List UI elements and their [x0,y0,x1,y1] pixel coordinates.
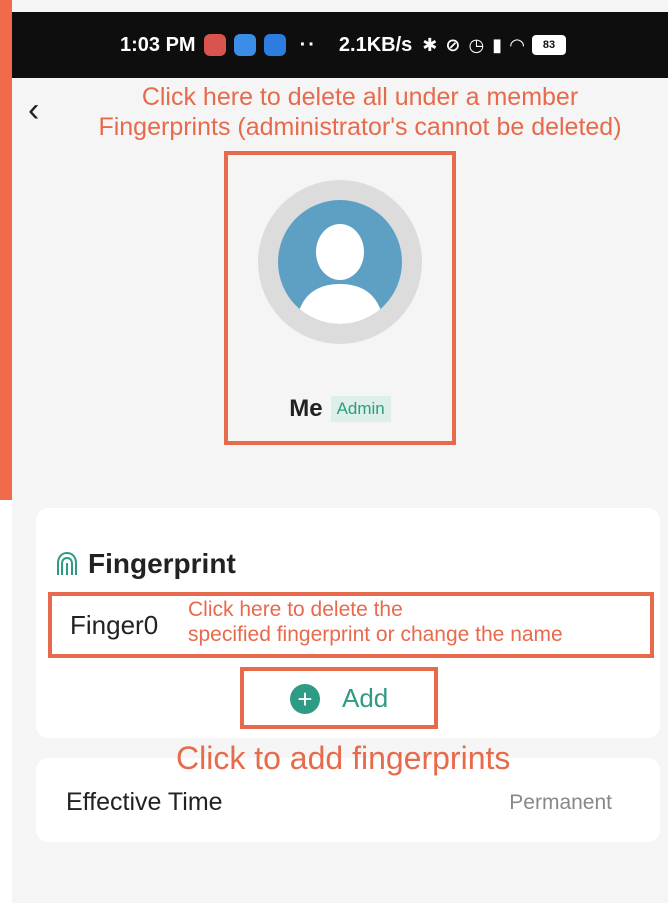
app-notification-icon [263,34,286,56]
highlight-box-add [240,667,438,729]
frame-decoration-side [0,0,12,500]
network-speed: 2.1KB/s [338,33,413,56]
fingerprint-icon [57,552,77,575]
annotation-text: Fingerprints (administrator's cannot be … [98,113,622,141]
annotation-text: Click here to delete all under a member [141,83,579,111]
signal-icon: ▮ [492,34,503,55]
effective-time-value: Permanent [509,791,612,814]
bluetooth-icon: ✱ [422,34,438,55]
app-screen: 1:03 PM ·· 2.1KB/s ✱ ⊘ ◷ ▮ ◠ 83 ‹ Click … [12,0,668,903]
highlight-box-profile [224,151,456,445]
annotation-add-fingerprint: Click to add fingerprints [176,740,511,776]
battery-icon: 83 [531,35,566,55]
alarm-icon: ◷ [468,34,485,55]
annotation-delete-member: Click here to delete all under a member … [52,82,668,142]
wifi-icon: ◠ [510,34,524,55]
effective-time-label: Effective Time [66,788,223,816]
status-bar: 1:03 PM ·· 2.1KB/s ✱ ⊘ ◷ ▮ ◠ 83 [12,12,668,78]
fingerprint-section-header: Fingerprint [56,548,236,580]
status-time: 1:03 PM [120,33,196,56]
more-notifications-icon: ·· [299,33,317,56]
highlight-box-fingerprint [48,592,654,658]
app-notification-icon [233,34,256,56]
mute-icon: ⊘ [445,34,461,55]
section-title: Fingerprint [88,548,236,579]
app-notification-icon [203,34,226,56]
